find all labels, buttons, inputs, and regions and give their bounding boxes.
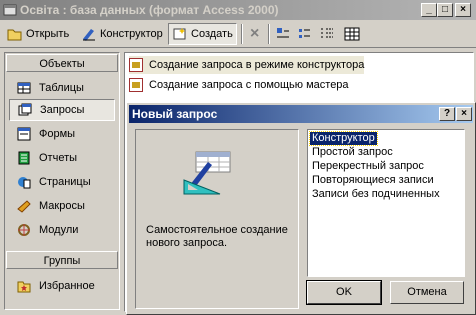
database-icon <box>3 4 17 16</box>
maximize-button[interactable]: □ <box>437 3 453 17</box>
sidebar-item-label: Модули <box>39 224 79 236</box>
wizard-icon <box>129 78 143 92</box>
query-design-icon <box>183 151 231 195</box>
table-icon <box>17 82 31 94</box>
new-query-dialog: Новый запрос ? × Самостоятельное создани… <box>126 102 476 315</box>
form-icon <box>17 127 31 141</box>
sidebar-item-label: Таблицы <box>39 82 84 94</box>
macro-icon <box>17 200 31 213</box>
module-icon <box>18 224 30 236</box>
details-view-icon[interactable] <box>344 27 360 41</box>
ok-button[interactable]: OK <box>306 280 382 305</box>
page-icon <box>18 177 31 189</box>
design-button[interactable]: Конструктор <box>78 23 166 45</box>
dialog-title: Новый запрос <box>132 107 218 121</box>
create-button-label: Создать <box>191 28 233 40</box>
toolbar-separator <box>241 24 243 44</box>
list-item[interactable]: Конструктор <box>309 131 378 146</box>
objects-header[interactable]: Объекты <box>6 54 118 72</box>
delete-button[interactable]: × <box>247 23 262 45</box>
sidebar-item-label: Запросы <box>40 104 85 116</box>
window-title-bar[interactable]: Освіта : база данных (формат Access 2000… <box>0 0 476 20</box>
sidebar-item-reports[interactable]: Отчеты <box>9 147 115 169</box>
large-icons-icon[interactable] <box>276 27 290 41</box>
list-item[interactable]: Создание запроса с помощью мастера <box>129 76 349 94</box>
small-icons-icon[interactable] <box>298 27 312 41</box>
design-button-label: Конструктор <box>100 28 163 40</box>
query-icon <box>18 103 32 116</box>
sidebar-item-favorites[interactable]: Избранное <box>9 275 115 297</box>
sidebar-item-label: Страницы <box>39 176 91 188</box>
list-item[interactable]: Создание запроса в режиме конструктора <box>129 56 365 74</box>
sidebar-item-label: Отчеты <box>39 152 78 164</box>
dialog-close-button[interactable]: × <box>456 107 472 121</box>
close-button[interactable]: × <box>455 3 471 17</box>
sidebar-item-label: Макросы <box>39 200 85 212</box>
toolbar: Открыть Конструктор Создать × <box>0 20 476 48</box>
list-item[interactable]: Повторяющиеся записи <box>310 174 436 187</box>
design-icon <box>83 29 95 41</box>
sidebar-item-tables[interactable]: Таблицы <box>9 77 115 99</box>
sidebar-item-forms[interactable]: Формы <box>9 123 115 145</box>
dialog-description: Самостоятельное создание нового запроса. <box>146 224 288 249</box>
favorites-folder-icon <box>17 281 31 293</box>
sidebar-item-macros[interactable]: Макросы <box>9 195 115 217</box>
minimize-button[interactable]: _ <box>421 3 437 17</box>
help-button[interactable]: ? <box>439 107 455 121</box>
query-type-list[interactable]: Конструктор Простой запрос Перекрестный … <box>307 129 465 277</box>
list-item-label: Создание запроса с помощью мастера <box>149 79 349 91</box>
cancel-button[interactable]: Отмена <box>390 281 464 304</box>
open-button-label: Открыть <box>26 28 70 40</box>
sidebar-item-modules[interactable]: Модули <box>9 219 115 241</box>
list-item[interactable]: Перекрестный запрос <box>310 160 426 173</box>
open-button[interactable]: Открыть <box>4 23 72 45</box>
sidebar-item-label: Избранное <box>39 280 95 292</box>
objects-bar: Объекты Таблицы Запросы Формы Отчеты Стр… <box>4 52 120 310</box>
groups-header[interactable]: Группы <box>6 251 118 269</box>
new-object-icon <box>173 28 186 40</box>
toolbar-separator <box>268 24 270 44</box>
sidebar-item-label: Формы <box>39 128 76 140</box>
list-item[interactable]: Записи без подчиненных <box>310 188 442 201</box>
sidebar-item-pages[interactable]: Страницы <box>9 171 115 193</box>
window-title: Освіта : база данных (формат Access 2000… <box>20 3 279 17</box>
wizard-icon <box>129 58 143 72</box>
open-folder-icon <box>7 29 22 41</box>
list-view-icon[interactable] <box>320 27 334 41</box>
dialog-title-bar[interactable]: Новый запрос ? × <box>129 105 473 123</box>
list-item-label: Создание запроса в режиме конструктора <box>149 59 365 71</box>
report-icon <box>18 151 30 165</box>
create-button[interactable]: Создать <box>168 23 237 45</box>
list-item[interactable]: Простой запрос <box>310 146 395 159</box>
sidebar-item-queries[interactable]: Запросы <box>9 99 115 121</box>
preview-panel: Самостоятельное создание нового запроса. <box>135 129 299 309</box>
